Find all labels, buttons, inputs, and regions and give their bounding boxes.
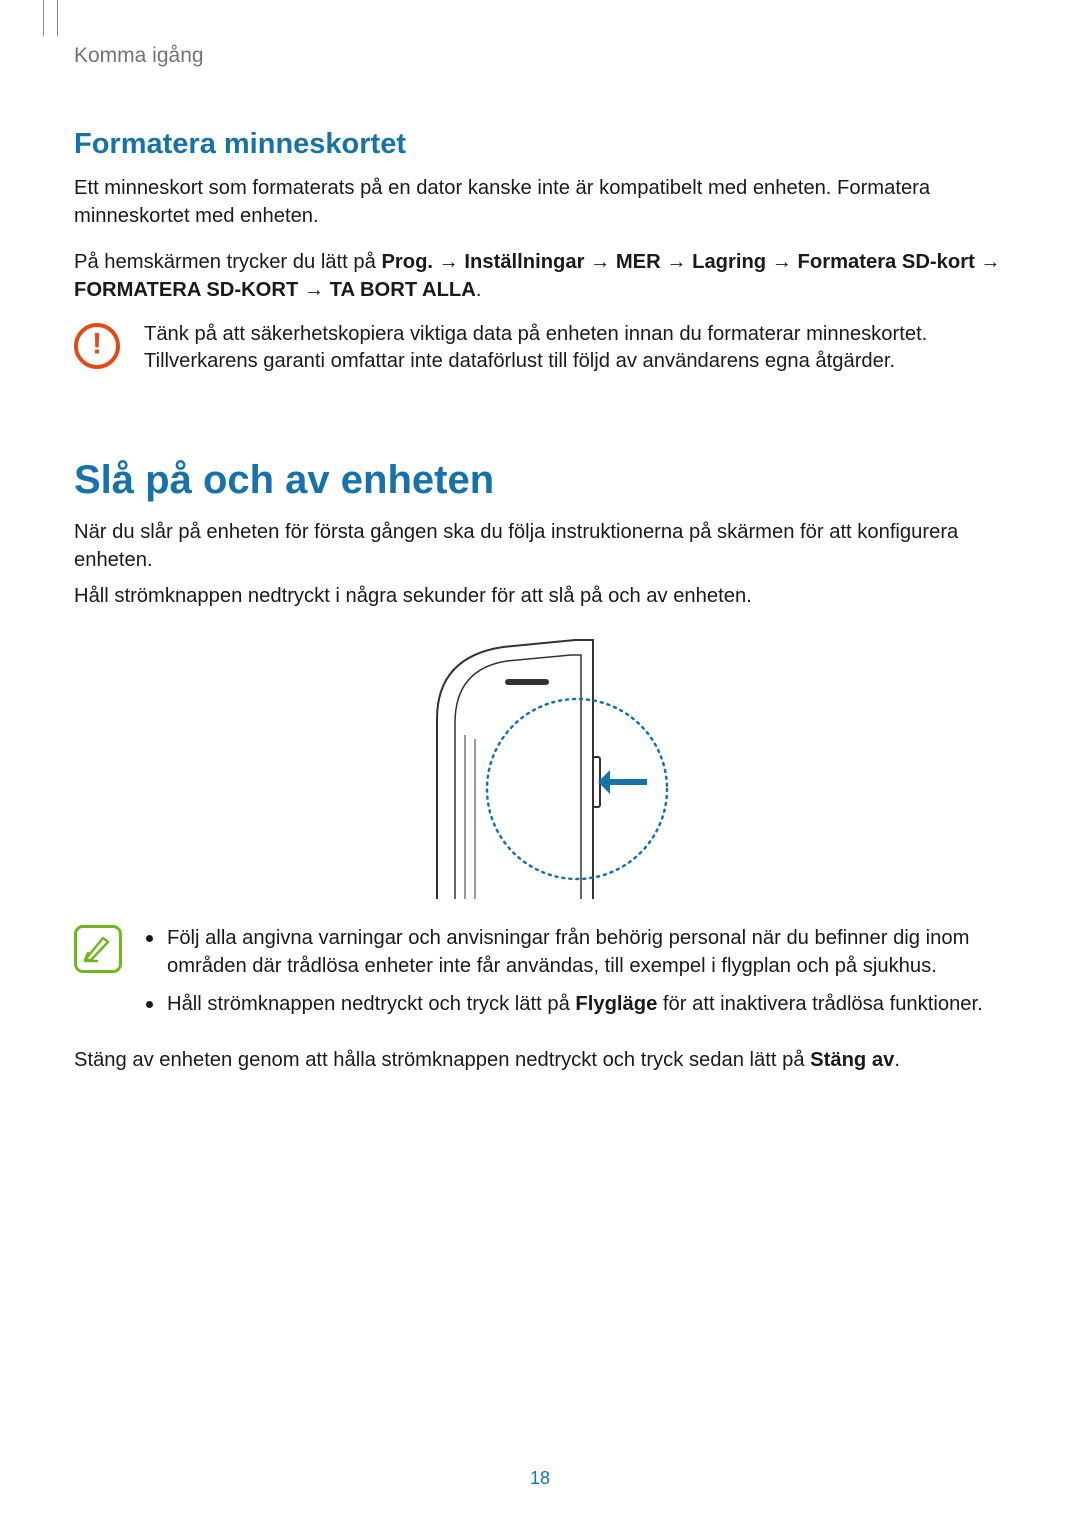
note-icon xyxy=(74,925,122,973)
power-p3-prefix: Stäng av enheten genom att hålla strömkn… xyxy=(74,1049,810,1071)
format-paragraph-2: På hemskärmen trycker du lätt på Prog. →… xyxy=(74,249,1006,305)
power-paragraph-2: Håll strömknappen nedtryckt i några seku… xyxy=(74,583,1006,611)
page-tab-indicator xyxy=(43,0,58,36)
section-power-title: Slå på och av enheten xyxy=(74,458,1006,503)
page-number: 18 xyxy=(530,1468,550,1489)
format-p2-prefix: På hemskärmen trycker du lätt på xyxy=(74,251,381,273)
bullet-icon xyxy=(146,1001,153,1008)
power-p3-suffix: . xyxy=(894,1049,900,1071)
section-format-title: Formatera minneskortet xyxy=(74,128,1006,161)
note-callout: Följ alla angivna varningar och anvisnin… xyxy=(74,925,1006,1029)
note-2-prefix: Håll strömknappen nedtryckt och tryck lä… xyxy=(167,993,575,1015)
format-p2-suffix: . xyxy=(476,279,482,301)
note-2-bold: Flygläge xyxy=(575,993,657,1015)
note-item-2: Håll strömknappen nedtryckt och tryck lä… xyxy=(146,991,1006,1019)
format-paragraph-1: Ett minneskort som formaterats på en dat… xyxy=(74,175,1006,231)
note-list: Följ alla angivna varningar och anvisnin… xyxy=(146,925,1006,1029)
note-2-suffix: för att inaktivera trådlösa funktioner. xyxy=(657,993,982,1015)
note-2-text: Håll strömknappen nedtryckt och tryck lä… xyxy=(167,991,983,1019)
warning-text: Tänk på att säkerhetskopiera viktiga dat… xyxy=(144,321,1006,377)
power-p3-bold: Stäng av xyxy=(810,1049,894,1071)
warning-icon xyxy=(74,323,120,369)
document-page: Komma igång Formatera minneskortet Ett m… xyxy=(0,0,1080,1142)
device-illustration xyxy=(74,639,1006,899)
note-item-1: Följ alla angivna varningar och anvisnin… xyxy=(146,925,1006,981)
warning-callout: Tänk på att säkerhetskopiera viktiga dat… xyxy=(74,323,1006,385)
chapter-label: Komma igång xyxy=(74,44,1006,68)
power-paragraph-1: När du slår på enheten för första gången… xyxy=(74,519,1006,575)
note-1-text: Följ alla angivna varningar och anvisnin… xyxy=(167,925,1006,981)
bullet-icon xyxy=(146,935,153,942)
power-paragraph-3: Stäng av enheten genom att hålla strömkn… xyxy=(74,1047,1006,1075)
